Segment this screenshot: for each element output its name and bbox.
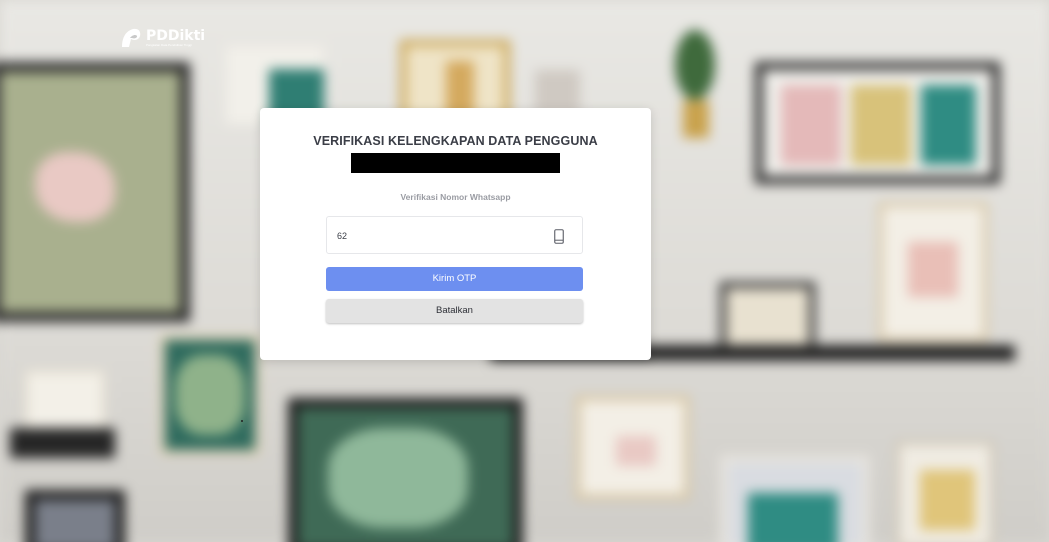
dialog-title: VERIFIKASI KELENGKAPAN DATA PENGGUNA: [313, 134, 598, 148]
pddikti-logo-icon: [122, 28, 141, 47]
whatsapp-number-field[interactable]: [326, 216, 583, 254]
brand-tagline: Pangkalan Data Pendidikan Tinggi: [146, 43, 192, 47]
background-frame: [755, 62, 1000, 184]
background-shelf: [10, 428, 115, 458]
verification-dialog: VERIFIKASI KELENGKAPAN DATA PENGGUNA Ver…: [260, 108, 651, 360]
mobile-phone-icon: [554, 229, 564, 244]
brand-logo[interactable]: PDDikti Pangkalan Data Pendidikan Tinggi: [120, 27, 205, 49]
send-otp-button[interactable]: Kirim OTP: [326, 267, 583, 291]
background-frame: [25, 490, 125, 542]
background-speck: [241, 420, 243, 422]
background-frame: [160, 335, 260, 455]
dialog-subtitle: Verifikasi Nomor Whatsapp: [400, 192, 511, 202]
background-frame: [0, 62, 190, 322]
cancel-button[interactable]: Batalkan: [326, 299, 583, 323]
background-frame: [895, 440, 995, 542]
background-frame: [720, 455, 870, 542]
login-page: PDDikti Pangkalan Data Pendidikan Tinggi…: [0, 0, 1049, 542]
redacted-user-name: [351, 153, 560, 173]
background-frame: [878, 202, 988, 342]
background-frame: [288, 398, 523, 542]
whatsapp-number-input[interactable]: [337, 227, 537, 245]
brand-name: PDDikti: [146, 28, 206, 44]
background-frame: [575, 395, 690, 500]
background-plant: [665, 10, 725, 140]
background-frame: [720, 282, 815, 352]
